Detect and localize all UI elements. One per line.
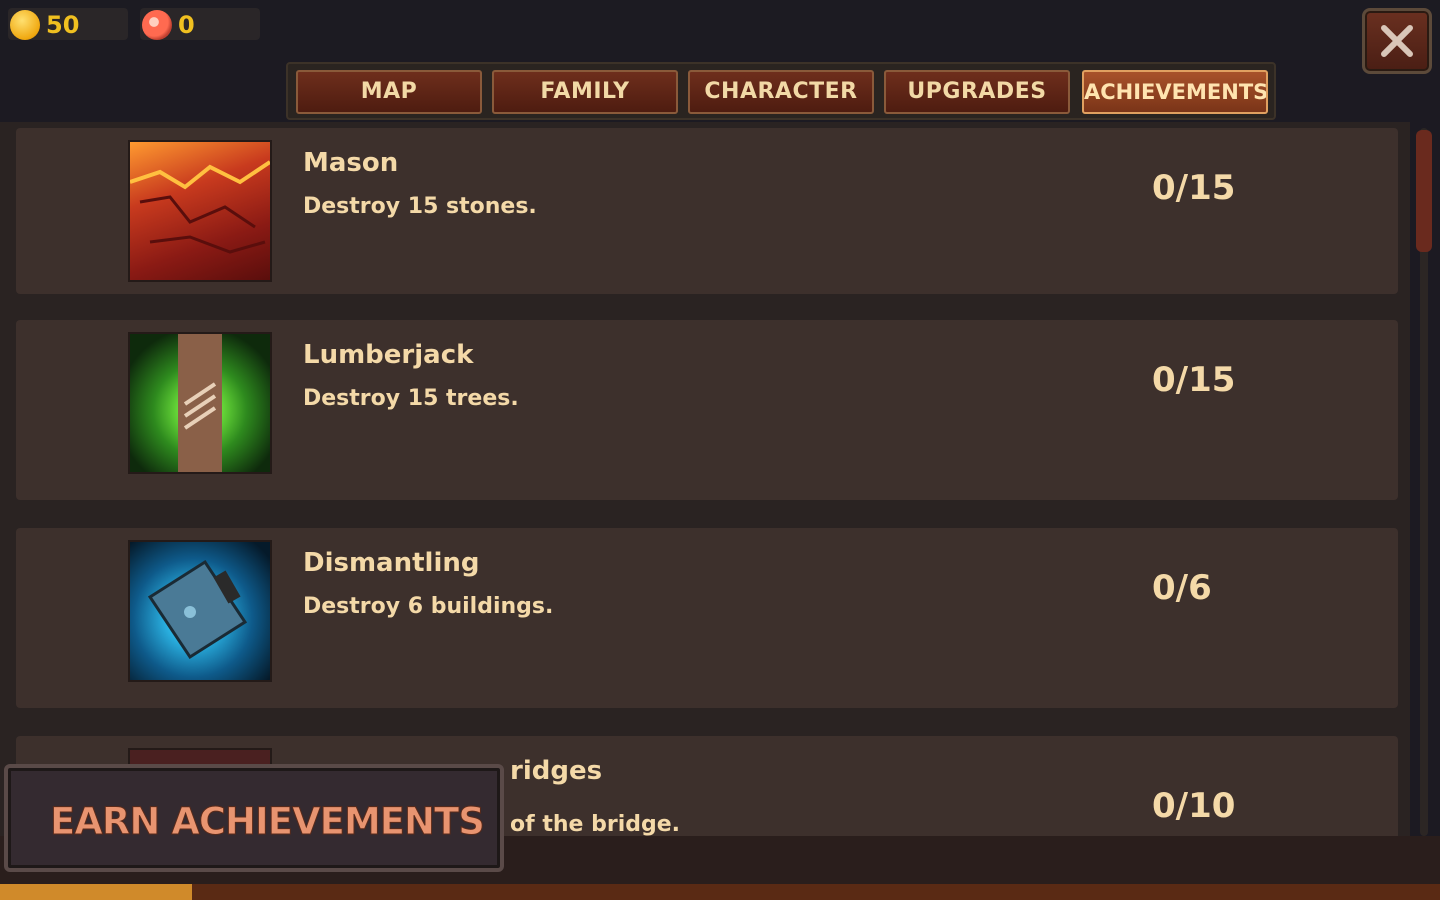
hammer-icon — [128, 540, 272, 682]
tab-achievements[interactable]: ACHIEVEMENTS — [1082, 70, 1268, 114]
achievement-title: Dismantling — [303, 548, 480, 578]
banner-text: EARN ACHIEVEMENTS — [50, 800, 486, 844]
lava-rock-icon — [128, 140, 272, 282]
achievements-list[interactable]: Mason Destroy 15 stones. 0/15 Lumberjack… — [0, 122, 1410, 836]
tab-character[interactable]: CHARACTER — [688, 70, 874, 114]
scrollbar-thumb[interactable] — [1416, 130, 1432, 252]
achievement-progress: 0/6 — [1152, 568, 1212, 608]
achievement-title: ridges — [510, 756, 603, 786]
achievement-description: Destroy 6 buildings. — [303, 594, 554, 619]
close-button[interactable] — [1362, 8, 1432, 74]
close-icon — [1381, 25, 1413, 57]
meat-counter: 0 — [140, 8, 260, 40]
coin-icon — [10, 10, 40, 40]
achievement-progress: 0/10 — [1152, 786, 1236, 826]
achievement-row-lumberjack: Lumberjack Destroy 15 trees. 0/15 — [16, 320, 1398, 500]
bottom-progress-bar — [0, 884, 1440, 900]
achievement-progress: 0/15 — [1152, 360, 1236, 400]
bottom-progress-fill — [0, 884, 192, 900]
coin-counter: 50 — [8, 8, 128, 40]
tab-upgrades[interactable]: UPGRADES — [884, 70, 1070, 114]
achievement-progress: 0/15 — [1152, 168, 1236, 208]
achievement-row-dismantling: Dismantling Destroy 6 buildings. 0/6 — [16, 528, 1398, 708]
tab-map[interactable]: MAP — [296, 70, 482, 114]
achievement-title: Mason — [303, 148, 399, 178]
earn-achievements-banner: EARN ACHIEVEMENTS — [4, 764, 504, 872]
meat-value: 0 — [178, 11, 195, 39]
achievement-description: Destroy 15 trees. — [303, 386, 519, 411]
meat-icon — [142, 10, 172, 40]
achievement-description: Destroy 15 stones. — [303, 194, 537, 219]
achievement-row-mason: Mason Destroy 15 stones. 0/15 — [16, 128, 1398, 294]
achievement-title: Lumberjack — [303, 340, 474, 370]
tab-family[interactable]: FAMILY — [492, 70, 678, 114]
tree-trunk-icon — [128, 332, 272, 474]
tab-bar: MAP FAMILY CHARACTER UPGRADES ACHIEVEMEN… — [286, 62, 1276, 120]
achievement-description: of the bridge. — [510, 812, 681, 836]
coin-value: 50 — [46, 11, 80, 39]
